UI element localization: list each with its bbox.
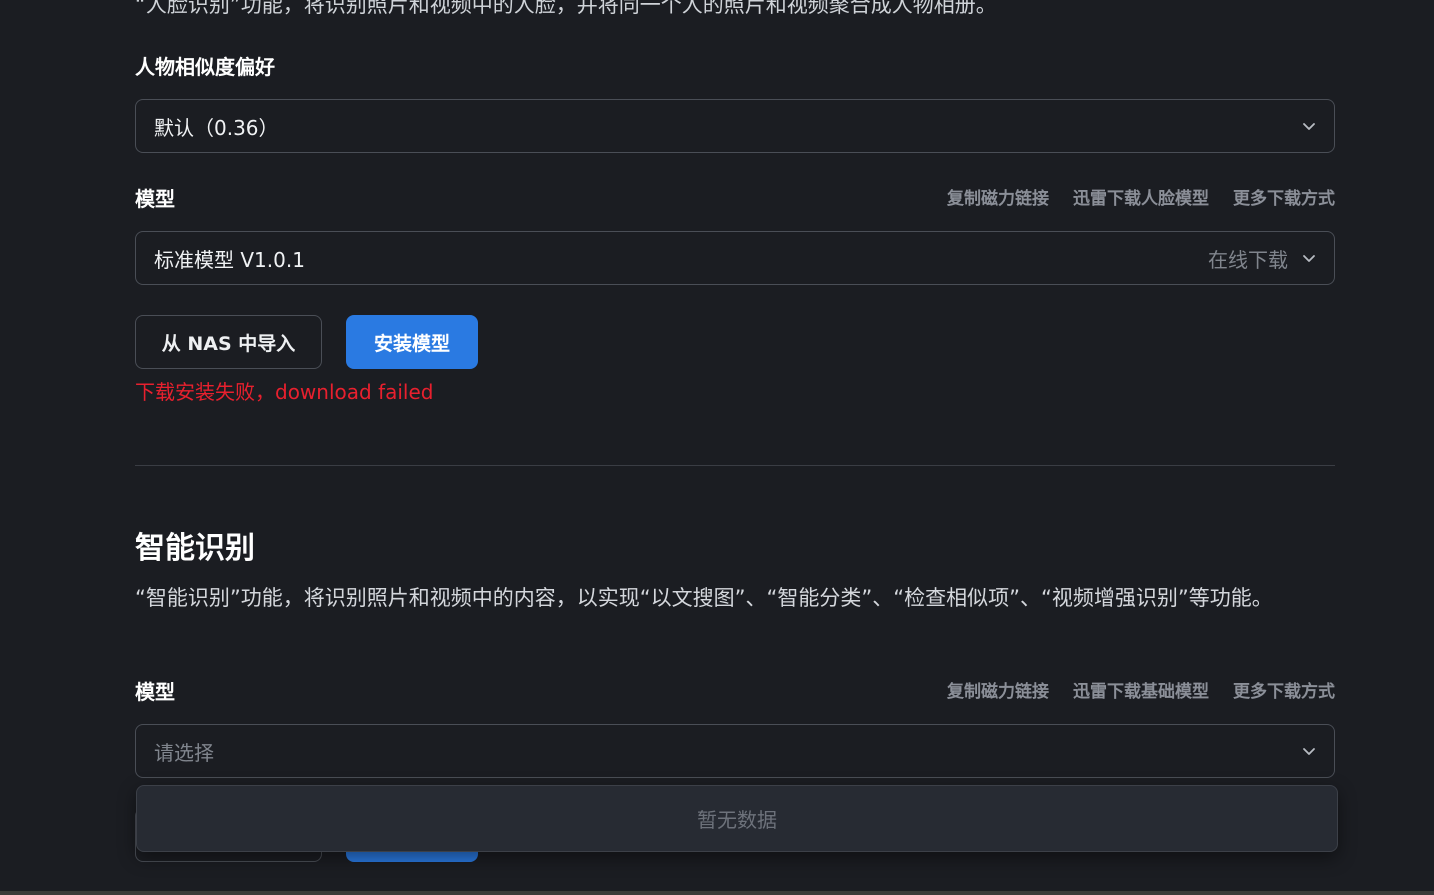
install-error-message: 下载安装失败，download failed [135,380,434,404]
copy-magnet-link[interactable]: 复制磁力链接 [947,680,1049,704]
import-from-nas-button[interactable]: 从 NAS 中导入 [135,315,322,369]
chevron-down-icon [1303,123,1315,130]
smart-recognition-title: 智能识别 [135,531,255,566]
section-divider [135,465,1335,466]
smart-recognition-description: “智能识别”功能，将识别照片和视频中的内容，以实现“以文搜图”、“智能分类”、“… [135,586,1273,610]
face-model-select[interactable]: 标准模型 V1.0.1 在线下载 [135,231,1335,285]
chevron-down-icon [1303,748,1315,755]
smart-model-placeholder: 请选择 [154,740,214,765]
similarity-label: 人物相似度偏好 [135,55,275,79]
smart-model-label: 模型 [135,680,175,704]
face-model-label: 模型 [135,187,175,211]
model-source-note: 在线下载 [1208,247,1288,272]
similarity-select[interactable]: 默认（0.36） [135,99,1335,153]
smart-model-links: 复制磁力链接 迅雷下载基础模型 更多下载方式 [947,680,1335,704]
bottom-edge [0,891,1434,895]
smart-model-select[interactable]: 请选择 [135,724,1335,778]
install-model-button[interactable]: 安装模型 [346,315,478,369]
more-download-options-link[interactable]: 更多下载方式 [1233,187,1335,211]
face-model-links: 复制磁力链接 迅雷下载人脸模型 更多下载方式 [947,187,1335,211]
similarity-value: 默认（0.36） [154,115,279,140]
chevron-down-icon [1303,255,1315,262]
thunder-download-base-model-link[interactable]: 迅雷下载基础模型 [1073,680,1209,704]
face-recognition-description: “人脸识别”功能，将识别照片和视频中的人脸，并将同一个人的照片和视频聚合成人物相… [135,0,997,17]
face-model-value: 标准模型 V1.0.1 [154,247,305,272]
ai-settings-page: “人脸识别”功能，将识别照片和视频中的人脸，并将同一个人的照片和视频聚合成人物相… [0,0,1434,895]
thunder-download-face-model-link[interactable]: 迅雷下载人脸模型 [1073,187,1209,211]
more-download-options-link[interactable]: 更多下载方式 [1233,680,1335,704]
model-dropdown-menu: 暂无数据 [136,785,1338,852]
copy-magnet-link[interactable]: 复制磁力链接 [947,187,1049,211]
dropdown-empty-text: 暂无数据 [697,808,777,832]
